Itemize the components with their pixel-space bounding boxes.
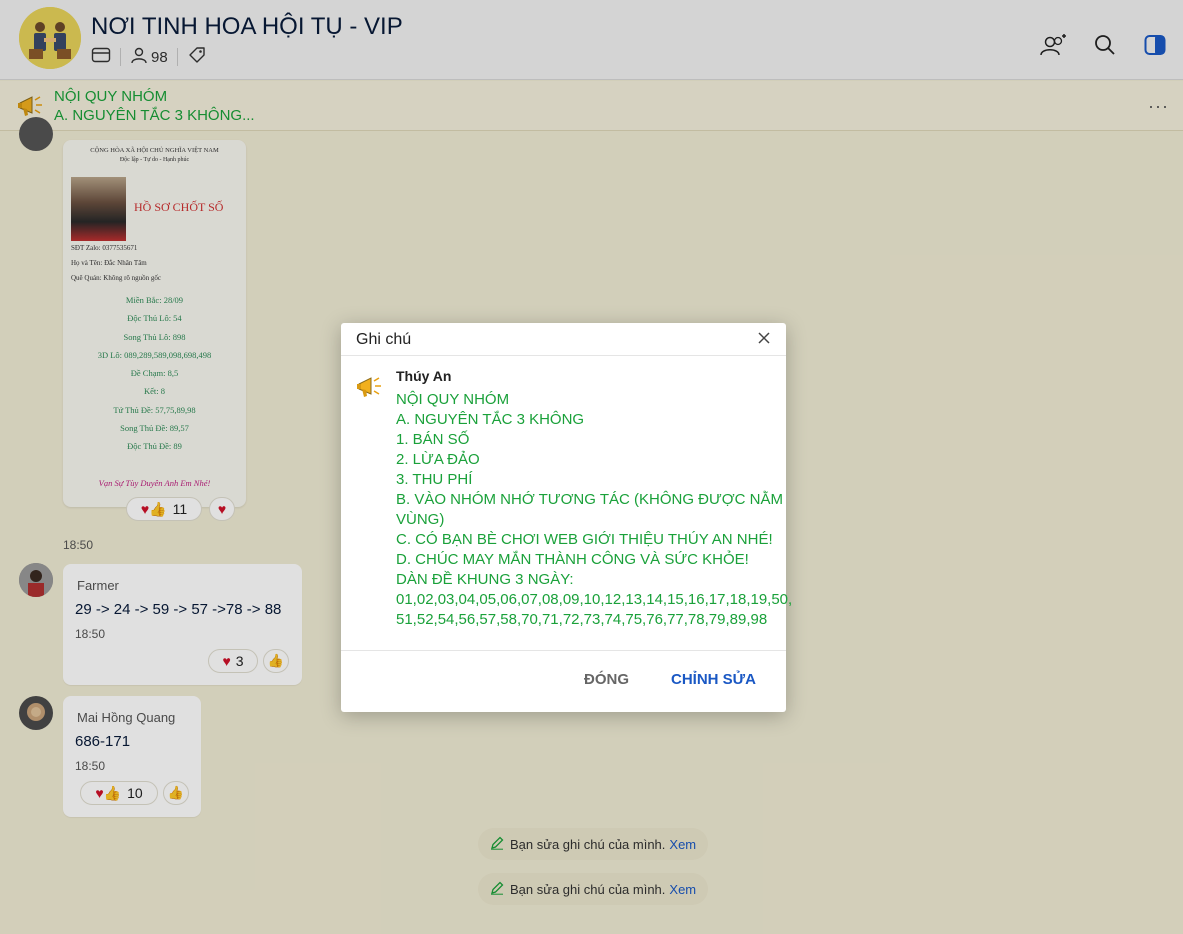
note-line: 51,52,54,56,57,58,70,71,72,73,74,75,76,7… xyxy=(396,611,768,628)
note-line: 01,02,03,04,05,06,07,08,09,10,12,13,14,1… xyxy=(396,591,793,608)
note-line: 1. BÁN SỐ xyxy=(396,431,470,448)
note-line: 3. THU PHÍ xyxy=(396,471,473,488)
close-icon[interactable] xyxy=(754,328,774,348)
note-line: DÀN ĐỀ KHUNG 3 NGÀY: xyxy=(396,571,574,588)
note-line: A. NGUYÊN TẮC 3 KHÔNG xyxy=(396,411,585,428)
note-line: C. CÓ BẠN BÈ CHƠI WEB GIỚI THIỆU THÚY AN… xyxy=(396,531,773,548)
dialog-divider xyxy=(341,650,786,651)
note-line: D. CHÚC MAY MẮN THÀNH CÔNG VÀ SỨC KHỎE! xyxy=(396,551,749,568)
note-line: 2. LỪA ĐẢO xyxy=(396,451,480,468)
note-line: NỘI QUY NHÓM xyxy=(396,391,510,408)
edit-button[interactable]: CHỈNH SỬA xyxy=(671,671,756,688)
note-author: Thúy An xyxy=(396,368,452,384)
note-content: NỘI QUY NHÓM A. NGUYÊN TẮC 3 KHÔNG 1. BÁ… xyxy=(396,390,793,630)
dialog-title: Ghi chú xyxy=(356,331,412,348)
close-button[interactable]: ĐÓNG xyxy=(584,671,629,688)
note-line: B. VÀO NHÓM NHỚ TƯƠNG TÁC (KHÔNG ĐƯỢC NẰ… xyxy=(396,491,784,508)
megaphone-icon xyxy=(355,372,385,402)
note-dialog: Ghi chú Thúy An NỘI QUY NHÓM A. NGUYÊN T… xyxy=(341,323,793,712)
note-line: VÙNG) xyxy=(396,511,445,528)
dialog-header: Ghi chú xyxy=(341,323,786,356)
